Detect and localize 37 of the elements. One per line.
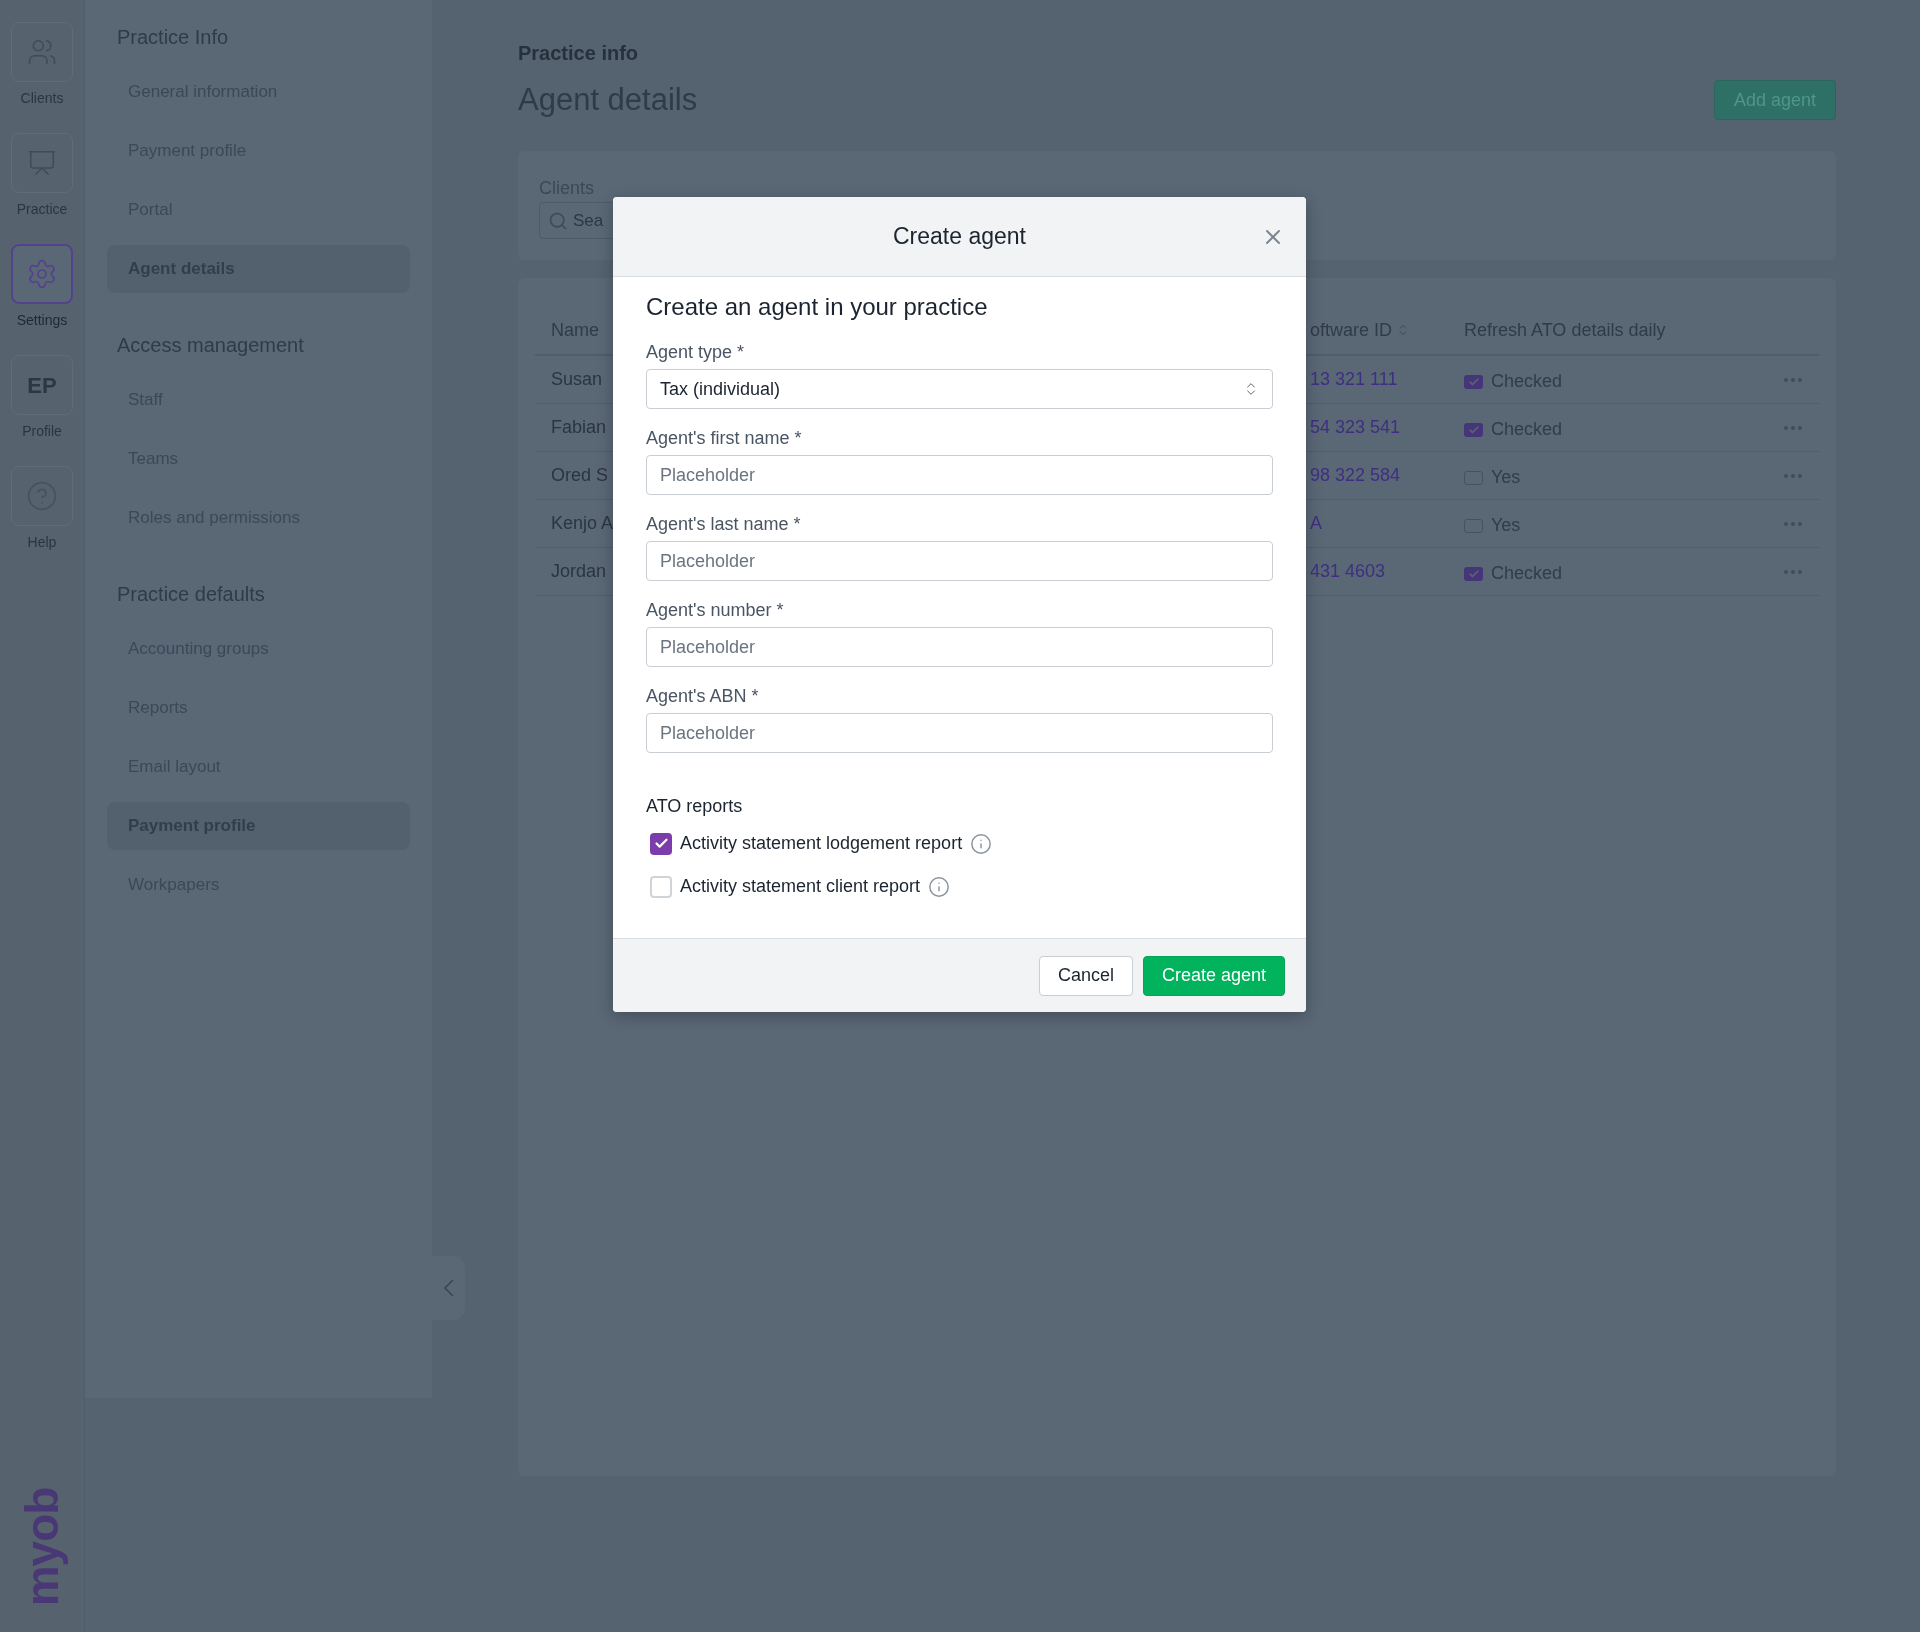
table-cell: 13 321 111: [1310, 369, 1398, 389]
table-cell: 98 322 584: [1310, 465, 1401, 485]
chevron-left-icon: [443, 1279, 454, 1297]
cancel-button[interactable]: Cancel: [1038, 955, 1133, 996]
rail-button[interactable]: [11, 244, 73, 304]
checkbox-label: Activity statement lodgement report: [680, 832, 963, 855]
create-agent-button[interactable]: Create agent: [1142, 955, 1285, 996]
rail-label: Settings: [16, 311, 68, 330]
search-icon: [548, 210, 568, 231]
field-label: Agent's first name *: [646, 427, 803, 449]
modal-title: Create agent: [893, 222, 1026, 252]
input-field[interactable]: Placeholder: [646, 455, 1273, 495]
settings-icon: [26, 258, 58, 290]
agent-type-select[interactable]: Tax (individual): [646, 369, 1273, 409]
collapse-button[interactable]: [432, 1256, 465, 1320]
table-cell: 431 4603: [1310, 561, 1386, 581]
input-field[interactable]: Placeholder: [646, 541, 1273, 581]
field-label: Agent's last name *: [646, 513, 802, 535]
field-label: Agent's number *: [646, 599, 785, 621]
section-title: ATO reports: [646, 795, 744, 818]
people-icon: [27, 37, 57, 67]
info-icon[interactable]: [970, 832, 993, 855]
table-cell: A: [1310, 513, 1322, 533]
checkbox[interactable]: [650, 875, 672, 898]
rail-button[interactable]: [11, 133, 73, 193]
checkmark-icon: [653, 836, 669, 851]
modal-heading: Create an agent in your practice: [646, 292, 989, 321]
checkbox-label: Activity statement client report: [680, 875, 921, 898]
info-icon[interactable]: [928, 875, 951, 898]
rail-button[interactable]: [11, 466, 73, 526]
field-label: Agent type *: [646, 341, 746, 363]
table-cell: 54 323 541: [1310, 417, 1401, 437]
rail-button[interactable]: [11, 22, 73, 82]
checkbox[interactable]: [650, 832, 672, 855]
input-field[interactable]: Placeholder: [646, 713, 1273, 753]
input-field[interactable]: Placeholder: [646, 627, 1273, 667]
field-label: Agent's ABN *: [646, 685, 760, 707]
